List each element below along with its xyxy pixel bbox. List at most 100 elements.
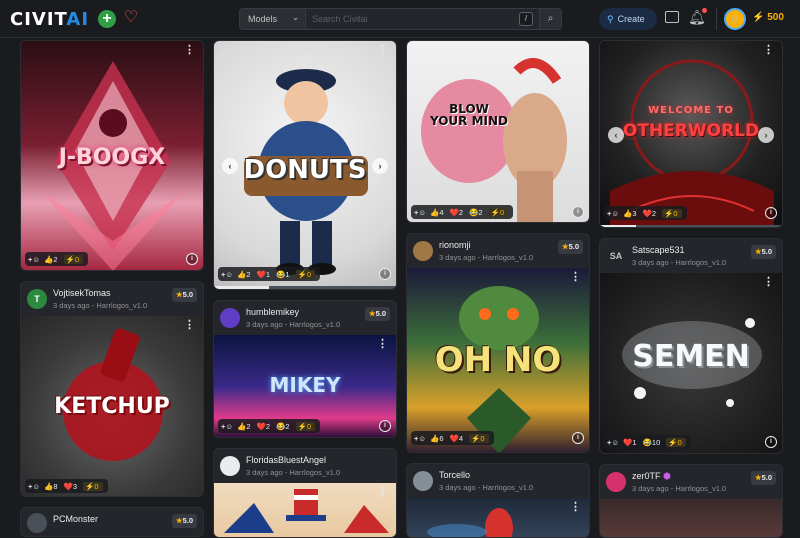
like-count[interactable]: 👍2 [237,422,253,431]
tv-icon[interactable] [665,11,679,23]
tip-count[interactable]: ⚡0 [83,481,103,491]
reactions-bar[interactable]: +☺ 👍2 ❤️1 😂1 ⚡0 [218,267,321,281]
card-username[interactable]: rionomji [439,240,471,250]
add-reaction-icon[interactable]: +☺ [221,270,233,279]
image-card-pcmonster[interactable]: PCMonster ★5.0 [20,507,204,537]
carousel-prev-icon[interactable]: ‹ [222,158,238,174]
card-image[interactable] [407,498,589,537]
image-card-ketchup[interactable]: T VojtisekTomas 3 days ago - Harrlogos_v… [20,281,204,497]
card-image[interactable]: BLOW YOUR MIND [407,41,589,222]
avatar[interactable] [413,241,433,261]
heart-count[interactable]: ❤️2 [450,208,466,217]
reactions-bar[interactable]: +☺ 👍2 ❤️2 😂2 ⚡0 [218,419,321,433]
tip-count[interactable]: ⚡0 [295,269,316,279]
carousel-next-icon[interactable]: › [372,158,388,174]
add-reaction-icon[interactable]: +☺ [28,255,40,264]
heart-count[interactable]: ❤️4 [450,434,466,443]
reactions-bar[interactable]: +☺ 👍3 ❤️2 ⚡0 [604,206,687,220]
more-options-icon[interactable]: ⋮ [570,272,581,283]
image-card-otherworld[interactable]: WELCOME TO OTHERWORLD ⋮ ‹ › +☺ 👍3 ❤️2 ⚡0 i [599,40,783,228]
tip-count[interactable]: ⚡0 [666,437,686,447]
more-options-icon[interactable]: ⋮ [570,45,581,56]
tip-count[interactable]: ⚡0 [295,421,316,431]
heart-count[interactable]: ❤️1 [257,270,273,279]
tip-count[interactable]: ⚡0 [488,207,509,217]
avatar[interactable]: T [27,289,47,309]
carousel-next-icon[interactable]: › [758,127,774,143]
tip-count[interactable]: ⚡0 [63,254,84,264]
heart-count[interactable]: ❤️1 [623,438,639,447]
card-image[interactable]: J-BOOGX [21,41,203,270]
card-username[interactable]: PCMonster [53,514,98,524]
image-card-mikey[interactable]: humblemikey 3 days ago - Harrlogos_v1.0 … [213,300,397,438]
info-icon[interactable]: i [765,436,777,448]
search-input[interactable]: Search Civitai [306,9,519,29]
avatar[interactable] [220,456,240,476]
like-count[interactable]: 👍3 [623,209,639,218]
card-image[interactable] [600,499,782,537]
laugh-count[interactable]: 😂10 [643,438,663,447]
info-icon[interactable]: i [572,432,584,444]
buzz-balance[interactable]: ⚡ 500 [752,12,784,23]
more-options-icon[interactable]: ⋮ [184,45,195,56]
reactions-bar[interactable]: +☺ 👍2 ⚡0 [25,252,89,266]
heart-count[interactable]: ❤️2 [257,422,273,431]
add-reaction-icon[interactable]: +☺ [221,422,233,431]
civitai-logo[interactable]: CIVITAI [10,9,89,30]
card-username[interactable]: VojtisekTomas [53,288,111,298]
avatar[interactable]: SA [606,246,626,266]
laugh-count[interactable]: 😂1 [276,270,292,279]
image-card-donuts[interactable]: DONUTS ⋮ ‹ › +☺ 👍2 ❤️1 😂1 ⚡0 i [213,40,397,290]
search-type-select[interactable]: Models ⌄ [240,9,306,29]
info-icon[interactable]: i [186,253,198,265]
card-image[interactable]: OH NO [407,268,589,452]
card-username[interactable]: FloridasBluestAngel [246,455,326,465]
carousel-prev-icon[interactable]: ‹ [608,127,624,143]
info-icon[interactable]: i [765,207,777,219]
more-options-icon[interactable]: ⋮ [377,487,388,498]
like-count[interactable]: 👍4 [430,208,446,217]
image-card-semen[interactable]: SA Satscape531 3 days ago - Harrlogos_v1… [599,238,783,454]
image-card-zer0tf[interactable]: zer0TF ⬢ 3 days ago - Harrlogos_v1.0 ★5.… [599,464,783,538]
add-reaction-icon[interactable]: +☺ [607,438,619,447]
reactions-bar[interactable]: +☺ 👍8 ❤️3 ⚡0 [25,479,108,493]
more-options-icon[interactable]: ⋮ [763,45,774,56]
reactions-bar[interactable]: +☺ ❤️1 😂10 ⚡0 [604,435,691,449]
add-reaction-icon[interactable]: +☺ [414,208,426,217]
support-heart-icon[interactable]: ♡ [122,9,140,27]
image-card-blow-your-mind[interactable]: BLOW YOUR MIND ⋮ +☺ 👍4 ❤️2 😂2 ⚡0 i [406,40,590,223]
reactions-bar[interactable]: +☺ 👍6 ❤️4 ⚡0 [411,431,494,445]
more-options-icon[interactable]: ⋮ [377,45,388,56]
avatar[interactable] [27,513,47,533]
image-card-jboogx[interactable]: J-BOOGX ⋮ +☺ 👍2 ⚡0 i [20,40,204,271]
add-reaction-icon[interactable]: +☺ [28,482,40,491]
card-image[interactable]: KETCHUP [21,316,203,496]
card-username[interactable]: Torcello [439,470,470,480]
image-card-torcello[interactable]: Torcello 3 days ago - Harrlogos_v1.0 ⋮ [406,463,590,538]
add-reaction-icon[interactable]: +☺ [414,434,426,443]
heart-count[interactable]: ❤️2 [643,209,659,218]
create-button[interactable]: ⚲ Create [599,8,657,30]
card-username[interactable]: humblemikey [246,307,299,317]
avatar[interactable] [220,308,240,328]
avatar[interactable] [413,471,433,491]
card-username[interactable]: zer0TF ⬢ [632,471,671,482]
search-icon[interactable]: ⌕ [539,9,561,29]
more-options-icon[interactable]: ⋮ [763,277,774,288]
image-card-floridasbluestangel[interactable]: FloridasBluestAngel 3 days ago - Harrlog… [213,448,397,538]
more-options-icon[interactable]: ⋮ [184,320,195,331]
laugh-count[interactable]: 😂2 [469,208,485,217]
like-count[interactable]: 👍8 [44,482,60,491]
like-count[interactable]: 👍2 [44,255,60,264]
card-image[interactable] [214,483,396,537]
add-reaction-icon[interactable]: +☺ [607,209,619,218]
more-options-icon[interactable]: ⋮ [570,502,581,513]
card-image[interactable]: DONUTS [214,41,396,286]
heart-count[interactable]: ❤️3 [64,482,80,491]
card-image[interactable]: WELCOME TO OTHERWORLD [600,41,782,225]
info-icon[interactable]: i [572,206,584,218]
laugh-count[interactable]: 😂2 [276,422,292,431]
avatar[interactable] [606,472,626,492]
more-options-icon[interactable]: ⋮ [377,339,388,350]
tip-count[interactable]: ⚡0 [662,208,682,218]
